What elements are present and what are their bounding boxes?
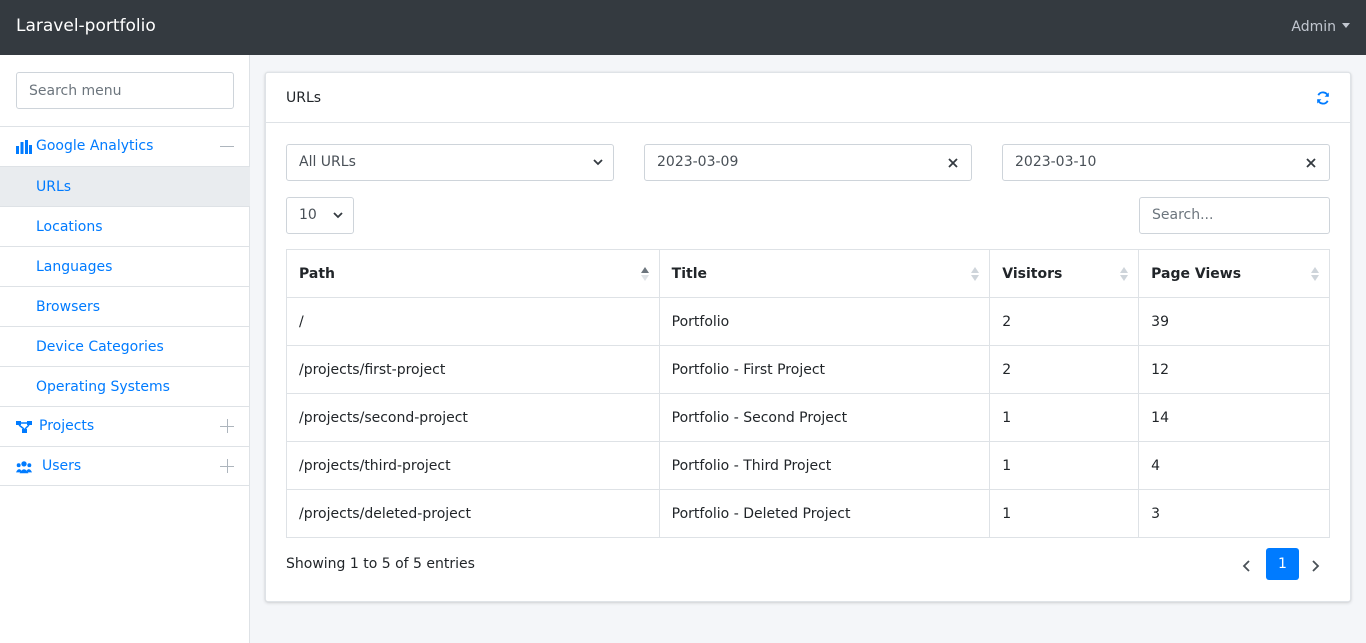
column-header-label: Path — [299, 265, 335, 282]
table-row: /projects/second-project Portfolio - Seco… — [286, 393, 1330, 442]
sort-asc-icon — [640, 267, 649, 281]
clear-icon[interactable] — [1305, 157, 1317, 169]
caret-down-icon — [1342, 23, 1350, 28]
chevron-left-icon[interactable] — [1242, 560, 1252, 572]
expand-plus-icon[interactable] — [220, 459, 234, 473]
page-length-select[interactable]: 10 — [286, 197, 354, 234]
column-header-path[interactable]: Path — [286, 249, 660, 298]
expand-plus-icon[interactable] — [220, 419, 234, 433]
sidebar: Google Analytics URLs Locations Language… — [0, 55, 250, 643]
url-filter-value: All URLs — [299, 154, 356, 170]
date-from-field[interactable]: 2023-03-09 — [644, 144, 972, 181]
cell-path: /projects/deleted-project — [286, 489, 660, 538]
date-from-value: 2023-03-09 — [657, 154, 739, 170]
sidebar-item-label: Locations — [36, 218, 103, 235]
column-header-label: Visitors — [1002, 265, 1063, 282]
chevron-down-icon — [593, 159, 603, 166]
table-info: Showing 1 to 5 of 5 entries — [286, 556, 475, 572]
card-header: URLs — [266, 73, 1350, 123]
page-length-value: 10 — [299, 207, 317, 223]
sidebar-item-label: Languages — [36, 258, 113, 275]
date-to-value: 2023-03-10 — [1015, 154, 1097, 170]
refresh-icon[interactable] — [1316, 91, 1330, 105]
date-to-field[interactable]: 2023-03-10 — [1002, 144, 1330, 181]
sidebar-item-urls[interactable]: URLs — [0, 166, 250, 206]
table-row: /projects/third-project Portfolio - Third… — [286, 441, 1330, 490]
cell-page-views: 14 — [1138, 393, 1330, 442]
sidebar-item-projects[interactable]: Projects — [0, 406, 250, 446]
urls-table: Path Title Visitors Page Views / Portfoli… — [286, 249, 1330, 538]
cell-path: /projects/first-project — [286, 345, 660, 394]
urls-card: URLs All URLs 2023-03-09 2023-03-10 10 S… — [265, 72, 1351, 602]
admin-user-menu[interactable]: Admin — [1291, 19, 1350, 35]
cell-page-views: 3 — [1138, 489, 1330, 538]
cell-visitors: 2 — [989, 345, 1140, 394]
column-header-label: Page Views — [1151, 265, 1242, 282]
url-filter-select[interactable]: All URLs — [286, 144, 614, 181]
sort-icon — [1120, 267, 1129, 281]
sidebar-item-browsers[interactable]: Browsers — [0, 286, 250, 326]
sidebar-item-operating-systems[interactable]: Operating Systems — [0, 366, 250, 406]
bar-chart-icon — [16, 140, 32, 154]
sidebar-item-locations[interactable]: Locations — [0, 206, 250, 246]
cell-path: / — [286, 297, 660, 346]
users-icon — [16, 461, 32, 474]
cell-visitors: 2 — [989, 297, 1140, 346]
cell-visitors: 1 — [989, 441, 1140, 490]
table-row: / Portfolio 2 39 — [286, 297, 1330, 346]
chevron-down-icon — [333, 212, 343, 219]
cell-visitors: 1 — [989, 489, 1140, 538]
cell-title: Portfolio - Deleted Project — [658, 489, 991, 538]
cell-title: Portfolio - Third Project — [658, 441, 991, 490]
sidebar-item-label: Users — [42, 458, 82, 474]
sidebar-item-label: Google Analytics — [36, 138, 154, 154]
table-search-input[interactable]: Search... — [1139, 197, 1330, 234]
column-header-visitors[interactable]: Visitors — [989, 249, 1140, 298]
card-title: URLs — [286, 90, 322, 106]
cell-page-views: 12 — [1138, 345, 1330, 394]
cell-title: Portfolio - Second Project — [658, 393, 991, 442]
cell-path: /projects/second-project — [286, 393, 660, 442]
cell-page-views: 4 — [1138, 441, 1330, 490]
column-header-label: Title — [671, 265, 707, 282]
sidebar-item-label: Projects — [39, 418, 95, 434]
sidebar-item-google-analytics[interactable]: Google Analytics — [0, 126, 250, 166]
clear-icon[interactable] — [947, 157, 959, 169]
admin-user-label: Admin — [1291, 19, 1336, 35]
sort-icon — [971, 267, 980, 281]
sidebar-item-label: Browsers — [36, 298, 101, 315]
top-navbar: Laravel-portfolio Admin — [0, 0, 1366, 55]
sidebar-item-languages[interactable]: Languages — [0, 246, 250, 286]
table-search-placeholder: Search... — [1152, 207, 1214, 223]
chevron-right-icon[interactable] — [1310, 560, 1320, 572]
table-header-row: Path Title Visitors Page Views — [286, 249, 1330, 298]
cell-visitors: 1 — [989, 393, 1140, 442]
column-header-title[interactable]: Title — [658, 249, 991, 298]
sidebar-item-device-categories[interactable]: Device Categories — [0, 326, 250, 366]
sidebar-search-input[interactable] — [16, 72, 234, 109]
column-header-page-views[interactable]: Page Views — [1138, 249, 1330, 298]
sort-icon — [1311, 267, 1319, 281]
sidebar-menu: Google Analytics URLs Locations Language… — [0, 126, 250, 486]
cell-path: /projects/third-project — [286, 441, 660, 490]
sitemap-icon — [16, 421, 32, 433]
cell-title: Portfolio — [658, 297, 991, 346]
sidebar-item-label: Operating Systems — [36, 378, 170, 395]
cell-title: Portfolio - First Project — [658, 345, 991, 394]
sidebar-item-users[interactable]: Users — [0, 446, 250, 486]
cell-page-views: 39 — [1138, 297, 1330, 346]
sidebar-item-label: Device Categories — [36, 338, 164, 355]
page-button-current[interactable]: 1 — [1266, 548, 1299, 580]
table-row: /projects/deleted-project Portfolio - Del… — [286, 489, 1330, 538]
brand-title[interactable]: Laravel-portfolio — [16, 16, 156, 36]
sidebar-item-label: URLs — [36, 178, 72, 195]
table-row: /projects/first-project Portfolio - First… — [286, 345, 1330, 394]
collapse-minus-icon[interactable] — [220, 139, 234, 153]
